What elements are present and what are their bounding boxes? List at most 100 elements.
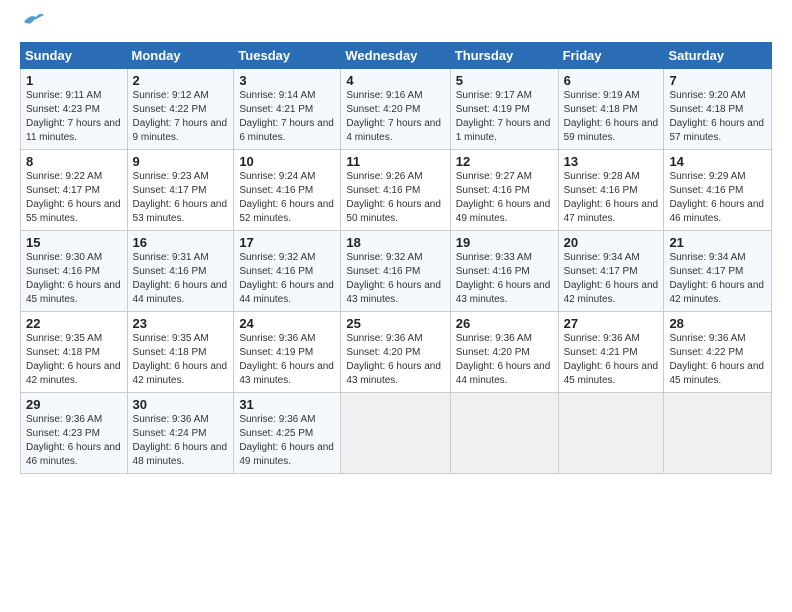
day-cell-1: 1 Sunrise: 9:11 AM Sunset: 4:23 PM Dayli…	[21, 69, 128, 150]
day-cell-14: 14 Sunrise: 9:29 AM Sunset: 4:16 PM Dayl…	[664, 150, 772, 231]
day-number: 25	[346, 316, 444, 331]
calendar-week-3: 15 Sunrise: 9:30 AM Sunset: 4:16 PM Dayl…	[21, 231, 772, 312]
day-detail: Sunrise: 9:28 AM Sunset: 4:16 PM Dayligh…	[564, 170, 659, 226]
day-cell-9: 9 Sunrise: 9:23 AM Sunset: 4:17 PM Dayli…	[127, 150, 234, 231]
empty-cell	[558, 393, 664, 474]
logo-bird-icon	[22, 12, 44, 30]
day-cell-31: 31 Sunrise: 9:36 AM Sunset: 4:25 PM Dayl…	[234, 393, 341, 474]
day-detail: Sunrise: 9:36 AM Sunset: 4:25 PM Dayligh…	[239, 413, 335, 469]
day-detail: Sunrise: 9:17 AM Sunset: 4:19 PM Dayligh…	[456, 89, 553, 145]
day-number: 7	[669, 73, 766, 88]
day-detail: Sunrise: 9:29 AM Sunset: 4:16 PM Dayligh…	[669, 170, 766, 226]
day-detail: Sunrise: 9:23 AM Sunset: 4:17 PM Dayligh…	[133, 170, 229, 226]
day-number: 18	[346, 235, 444, 250]
day-cell-29: 29 Sunrise: 9:36 AM Sunset: 4:23 PM Dayl…	[21, 393, 128, 474]
day-detail: Sunrise: 9:36 AM Sunset: 4:21 PM Dayligh…	[564, 332, 659, 388]
day-cell-30: 30 Sunrise: 9:36 AM Sunset: 4:24 PM Dayl…	[127, 393, 234, 474]
day-number: 23	[133, 316, 229, 331]
day-cell-7: 7 Sunrise: 9:20 AM Sunset: 4:18 PM Dayli…	[664, 69, 772, 150]
day-number: 17	[239, 235, 335, 250]
day-detail: Sunrise: 9:34 AM Sunset: 4:17 PM Dayligh…	[669, 251, 766, 307]
day-detail: Sunrise: 9:36 AM Sunset: 4:23 PM Dayligh…	[26, 413, 122, 469]
day-number: 29	[26, 397, 122, 412]
empty-cell	[450, 393, 558, 474]
day-number: 3	[239, 73, 335, 88]
day-detail: Sunrise: 9:36 AM Sunset: 4:20 PM Dayligh…	[456, 332, 553, 388]
day-cell-26: 26 Sunrise: 9:36 AM Sunset: 4:20 PM Dayl…	[450, 312, 558, 393]
day-detail: Sunrise: 9:24 AM Sunset: 4:16 PM Dayligh…	[239, 170, 335, 226]
day-number: 4	[346, 73, 444, 88]
calendar-week-1: 1 Sunrise: 9:11 AM Sunset: 4:23 PM Dayli…	[21, 69, 772, 150]
day-cell-24: 24 Sunrise: 9:36 AM Sunset: 4:19 PM Dayl…	[234, 312, 341, 393]
day-detail: Sunrise: 9:22 AM Sunset: 4:17 PM Dayligh…	[26, 170, 122, 226]
day-cell-28: 28 Sunrise: 9:36 AM Sunset: 4:22 PM Dayl…	[664, 312, 772, 393]
day-number: 12	[456, 154, 553, 169]
day-cell-11: 11 Sunrise: 9:26 AM Sunset: 4:16 PM Dayl…	[341, 150, 450, 231]
day-cell-17: 17 Sunrise: 9:32 AM Sunset: 4:16 PM Dayl…	[234, 231, 341, 312]
day-cell-23: 23 Sunrise: 9:35 AM Sunset: 4:18 PM Dayl…	[127, 312, 234, 393]
day-detail: Sunrise: 9:26 AM Sunset: 4:16 PM Dayligh…	[346, 170, 444, 226]
day-cell-21: 21 Sunrise: 9:34 AM Sunset: 4:17 PM Dayl…	[664, 231, 772, 312]
day-detail: Sunrise: 9:36 AM Sunset: 4:20 PM Dayligh…	[346, 332, 444, 388]
col-header-wednesday: Wednesday	[341, 43, 450, 69]
day-detail: Sunrise: 9:16 AM Sunset: 4:20 PM Dayligh…	[346, 89, 444, 145]
calendar-week-5: 29 Sunrise: 9:36 AM Sunset: 4:23 PM Dayl…	[21, 393, 772, 474]
day-number: 19	[456, 235, 553, 250]
day-number: 14	[669, 154, 766, 169]
day-detail: Sunrise: 9:30 AM Sunset: 4:16 PM Dayligh…	[26, 251, 122, 307]
day-number: 6	[564, 73, 659, 88]
day-cell-3: 3 Sunrise: 9:14 AM Sunset: 4:21 PM Dayli…	[234, 69, 341, 150]
day-cell-10: 10 Sunrise: 9:24 AM Sunset: 4:16 PM Dayl…	[234, 150, 341, 231]
day-cell-22: 22 Sunrise: 9:35 AM Sunset: 4:18 PM Dayl…	[21, 312, 128, 393]
day-cell-5: 5 Sunrise: 9:17 AM Sunset: 4:19 PM Dayli…	[450, 69, 558, 150]
day-number: 13	[564, 154, 659, 169]
day-number: 24	[239, 316, 335, 331]
empty-cell	[341, 393, 450, 474]
calendar-week-2: 8 Sunrise: 9:22 AM Sunset: 4:17 PM Dayli…	[21, 150, 772, 231]
day-cell-6: 6 Sunrise: 9:19 AM Sunset: 4:18 PM Dayli…	[558, 69, 664, 150]
day-number: 5	[456, 73, 553, 88]
day-cell-16: 16 Sunrise: 9:31 AM Sunset: 4:16 PM Dayl…	[127, 231, 234, 312]
empty-cell	[664, 393, 772, 474]
col-header-thursday: Thursday	[450, 43, 558, 69]
day-cell-13: 13 Sunrise: 9:28 AM Sunset: 4:16 PM Dayl…	[558, 150, 664, 231]
day-detail: Sunrise: 9:32 AM Sunset: 4:16 PM Dayligh…	[239, 251, 335, 307]
day-number: 11	[346, 154, 444, 169]
calendar-table: SundayMondayTuesdayWednesdayThursdayFrid…	[20, 42, 772, 474]
day-cell-18: 18 Sunrise: 9:32 AM Sunset: 4:16 PM Dayl…	[341, 231, 450, 312]
day-detail: Sunrise: 9:20 AM Sunset: 4:18 PM Dayligh…	[669, 89, 766, 145]
col-header-friday: Friday	[558, 43, 664, 69]
day-number: 8	[26, 154, 122, 169]
day-number: 31	[239, 397, 335, 412]
day-number: 28	[669, 316, 766, 331]
day-cell-15: 15 Sunrise: 9:30 AM Sunset: 4:16 PM Dayl…	[21, 231, 128, 312]
day-number: 20	[564, 235, 659, 250]
day-number: 21	[669, 235, 766, 250]
day-cell-2: 2 Sunrise: 9:12 AM Sunset: 4:22 PM Dayli…	[127, 69, 234, 150]
day-detail: Sunrise: 9:11 AM Sunset: 4:23 PM Dayligh…	[26, 89, 122, 145]
day-number: 15	[26, 235, 122, 250]
col-header-sunday: Sunday	[21, 43, 128, 69]
day-cell-4: 4 Sunrise: 9:16 AM Sunset: 4:20 PM Dayli…	[341, 69, 450, 150]
day-detail: Sunrise: 9:34 AM Sunset: 4:17 PM Dayligh…	[564, 251, 659, 307]
day-number: 9	[133, 154, 229, 169]
day-detail: Sunrise: 9:35 AM Sunset: 4:18 PM Dayligh…	[26, 332, 122, 388]
day-detail: Sunrise: 9:27 AM Sunset: 4:16 PM Dayligh…	[456, 170, 553, 226]
day-cell-19: 19 Sunrise: 9:33 AM Sunset: 4:16 PM Dayl…	[450, 231, 558, 312]
col-header-saturday: Saturday	[664, 43, 772, 69]
day-detail: Sunrise: 9:12 AM Sunset: 4:22 PM Dayligh…	[133, 89, 229, 145]
day-detail: Sunrise: 9:14 AM Sunset: 4:21 PM Dayligh…	[239, 89, 335, 145]
day-detail: Sunrise: 9:19 AM Sunset: 4:18 PM Dayligh…	[564, 89, 659, 145]
col-header-tuesday: Tuesday	[234, 43, 341, 69]
calendar-header-row: SundayMondayTuesdayWednesdayThursdayFrid…	[21, 43, 772, 69]
day-cell-12: 12 Sunrise: 9:27 AM Sunset: 4:16 PM Dayl…	[450, 150, 558, 231]
day-detail: Sunrise: 9:35 AM Sunset: 4:18 PM Dayligh…	[133, 332, 229, 388]
day-number: 22	[26, 316, 122, 331]
day-number: 27	[564, 316, 659, 331]
day-cell-27: 27 Sunrise: 9:36 AM Sunset: 4:21 PM Dayl…	[558, 312, 664, 393]
day-detail: Sunrise: 9:32 AM Sunset: 4:16 PM Dayligh…	[346, 251, 444, 307]
day-cell-20: 20 Sunrise: 9:34 AM Sunset: 4:17 PM Dayl…	[558, 231, 664, 312]
page: SundayMondayTuesdayWednesdayThursdayFrid…	[0, 0, 792, 484]
logo	[20, 18, 44, 30]
day-cell-8: 8 Sunrise: 9:22 AM Sunset: 4:17 PM Dayli…	[21, 150, 128, 231]
